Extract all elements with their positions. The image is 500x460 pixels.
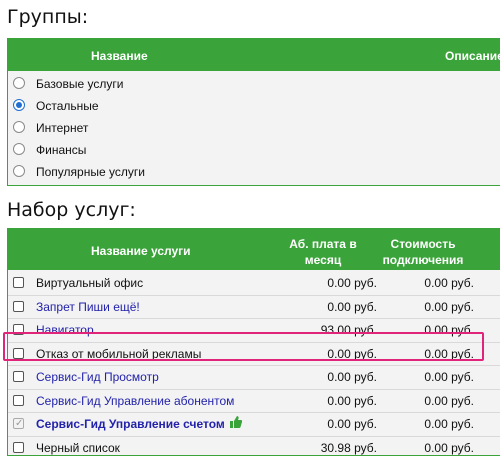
highlight-box	[3, 332, 484, 361]
groups-col-name: Название	[91, 49, 148, 63]
service-name-link[interactable]: Запрет Пиши ещё!	[36, 296, 140, 318]
groups-panel: Название Описание Базовые услуги Остальн…	[7, 38, 500, 186]
service-checkbox-disabled	[13, 413, 24, 435]
services-col-connection: Стоимость подключения	[368, 236, 478, 268]
service-row[interactable]: Сервис-Гид Управление счетом 0.00 руб. 0…	[8, 413, 500, 437]
service-row[interactable]: Виртуальный офис 0.00 руб. 0.00 руб.	[8, 272, 500, 296]
group-radio-base[interactable]: Базовые услуги	[8, 73, 500, 95]
services-col-fee-line1: Аб. плата в	[289, 237, 357, 251]
service-connection-cost: 0.00 руб.	[424, 417, 474, 431]
service-fee: 0.00 руб.	[327, 276, 377, 290]
services-col-conn-line2: подключения	[382, 253, 464, 267]
service-checkbox[interactable]	[13, 277, 24, 288]
service-row[interactable]: Черный список 30.98 руб. 0.00 руб.	[8, 437, 500, 456]
service-connection-cost: 0.00 руб.	[424, 393, 474, 408]
group-label: Остальные	[36, 99, 99, 113]
services-header: Название услуги Аб. плата в месяц Стоимо…	[8, 229, 500, 270]
groups-header: Название Описание	[8, 39, 500, 71]
service-checkbox[interactable]	[13, 394, 24, 406]
service-fee: 0.00 руб.	[327, 370, 377, 384]
group-radio-other[interactable]: Остальные	[8, 95, 500, 117]
groups-col-description: Описание	[445, 49, 500, 63]
service-row[interactable]: Сервис-Гид Просмотр 0.00 руб. 0.00 руб.	[8, 366, 500, 390]
service-fee: 30.98 руб.	[320, 440, 377, 455]
service-fee: 0.00 руб.	[327, 417, 377, 431]
service-connection-cost: 0.00 руб.	[424, 299, 474, 314]
services-col-fee: Аб. плата в месяц	[278, 236, 368, 268]
group-label: Финансы	[36, 143, 87, 157]
groups-title: Группы:	[7, 6, 89, 28]
radio-button[interactable]	[13, 121, 25, 133]
service-checkbox[interactable]	[13, 300, 24, 312]
radio-button[interactable]	[13, 77, 25, 89]
group-label: Базовые услуги	[36, 77, 124, 91]
thumbs-up-icon	[229, 413, 242, 435]
services-col-name: Название услуги	[91, 244, 191, 258]
service-connection-cost: 0.00 руб.	[424, 440, 474, 455]
group-label: Популярные услуги	[36, 165, 145, 179]
group-radio-popular[interactable]: Популярные услуги	[8, 161, 500, 183]
service-name-link[interactable]: Сервис-Гид Управление абонентом	[36, 390, 234, 412]
radio-button-selected[interactable]	[13, 99, 25, 111]
service-name: Виртуальный офис	[36, 276, 144, 290]
service-name-link[interactable]: Сервис-Гид Управление счетом	[36, 413, 242, 435]
services-title: Набор услуг:	[7, 199, 136, 221]
radio-button[interactable]	[13, 165, 25, 177]
services-col-fee-line2: месяц	[304, 253, 342, 267]
radio-button[interactable]	[13, 143, 25, 155]
service-row[interactable]: Запрет Пиши ещё! 0.00 руб. 0.00 руб.	[8, 296, 500, 319]
group-radio-internet[interactable]: Интернет	[8, 117, 500, 139]
service-fee: 0.00 руб.	[327, 299, 377, 314]
service-row[interactable]: Сервис-Гид Управление абонентом 0.00 руб…	[8, 390, 500, 413]
service-connection-cost: 0.00 руб.	[424, 276, 474, 290]
service-fee: 0.00 руб.	[327, 393, 377, 408]
group-radio-finance[interactable]: Финансы	[8, 139, 500, 161]
service-checkbox[interactable]	[13, 441, 24, 453]
group-label: Интернет	[36, 121, 89, 135]
service-connection-cost: 0.00 руб.	[424, 370, 474, 384]
service-name-text: Сервис-Гид Управление счетом	[36, 417, 225, 431]
service-checkbox[interactable]	[13, 371, 24, 382]
services-col-conn-line1: Стоимость	[390, 237, 456, 251]
service-name-link[interactable]: Сервис-Гид Просмотр	[36, 366, 159, 388]
service-name: Черный список	[36, 440, 120, 455]
